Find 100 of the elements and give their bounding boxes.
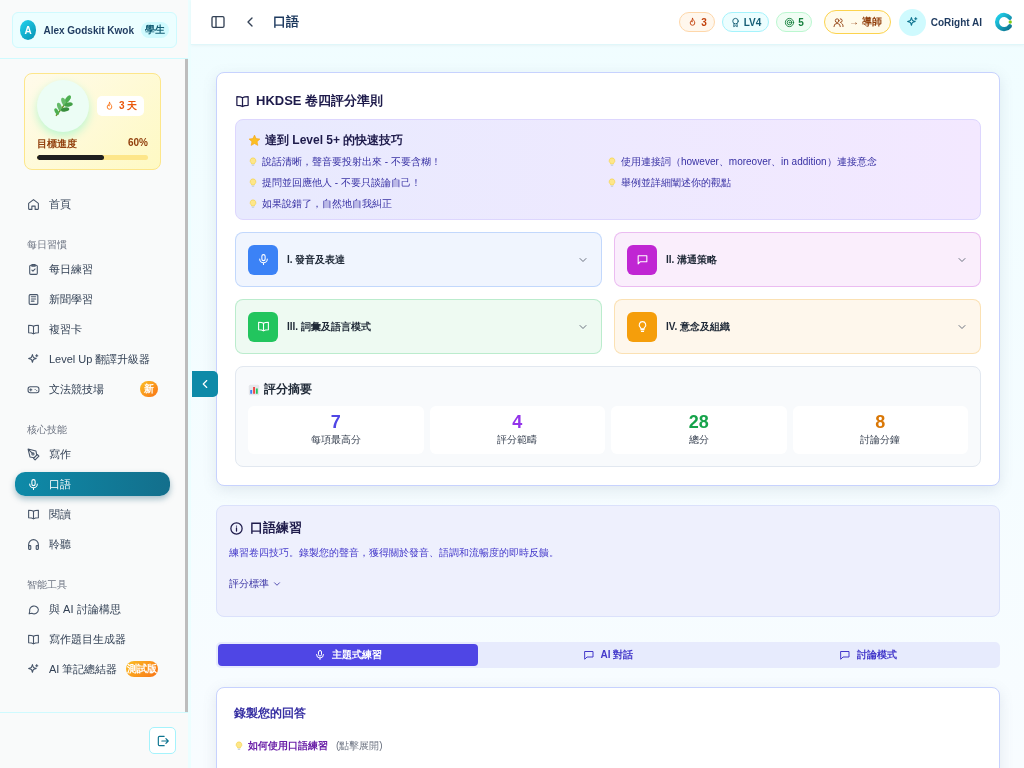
stat-value: 28 [688, 412, 709, 433]
logout-button[interactable] [149, 727, 176, 754]
book-icon [27, 507, 40, 521]
bar-chart-icon [248, 383, 260, 396]
stat-value: 7 [330, 412, 341, 433]
tip-text: 如果說錯了，自然地自我糾正 [262, 197, 392, 211]
level-badge: LV4 [721, 12, 770, 32]
message-icon [635, 253, 649, 266]
logo-icon [994, 12, 1014, 32]
award-icon [729, 16, 741, 28]
ai-assistant-button[interactable]: CoRight AI [898, 8, 982, 36]
hint-text: (點擊展開) [336, 739, 383, 753]
message-icon [582, 649, 595, 661]
profile-card[interactable]: A Alex Godskit Kwok 學生 [12, 12, 177, 48]
users-icon [832, 16, 844, 28]
description-text: 練習卷四技巧。錄製您的聲音，獲得關於發音、語調和流暢度的即時反饋。 [229, 546, 560, 560]
lightbulb-icon [234, 740, 244, 752]
stat-label: 評分範疇 [497, 433, 538, 448]
card-title: 錄製您的回答 [234, 705, 307, 722]
nav-item[interactable]: 口語 [15, 472, 170, 496]
tips-heading: 達到 Level 5+ 的快速技巧 [265, 132, 404, 149]
page-title: 口語 [273, 13, 299, 31]
badge: 新 [140, 381, 158, 397]
nav-item[interactable]: 每日練習 [15, 257, 170, 281]
criterion-card[interactable]: III. 詞彙及語言模式 [235, 299, 602, 354]
nav-item[interactable]: 聆聽 [15, 532, 170, 556]
criterion-title: II. 溝通策略 [666, 252, 718, 267]
criterion-card[interactable]: I. 發音及表達 [235, 232, 602, 287]
stat-value: 8 [875, 412, 886, 433]
sparkle-icon [905, 15, 919, 29]
tip-text: 提問並回應他人 - 不要只談論自己！ [262, 176, 421, 190]
collapse-sidebar-button[interactable] [192, 371, 218, 397]
section-heading: 核心技能 [27, 423, 68, 437]
logout-icon [155, 733, 170, 748]
points-badge: 5 [776, 12, 812, 32]
lightbulb-icon [607, 177, 617, 189]
message-icon [839, 649, 851, 661]
criteria-toggle[interactable]: 評分標準 [229, 577, 282, 591]
headphones-icon [27, 537, 40, 551]
card-title: HKDSE 卷四評分準則 [256, 92, 384, 110]
section-heading: 每日習慣 [27, 238, 68, 252]
role-badge: 學生 [141, 22, 169, 38]
lightbulb-icon [248, 198, 258, 210]
book-icon [27, 632, 40, 646]
target-icon [784, 16, 796, 28]
flame-icon [104, 100, 115, 112]
streak-badge: 3 天 [97, 96, 145, 116]
section-heading: 智能工具 [27, 578, 68, 592]
tip-text: 使用連接詞（however、moreover、in addition）連接意念 [621, 155, 877, 169]
user-name: Alex Godskit Kwok [43, 24, 134, 36]
stat-label: 討論分鐘 [860, 433, 901, 448]
mode-tab[interactable]: AI 對話 [478, 644, 738, 666]
sparkle-icon [27, 352, 40, 366]
avatar: A [20, 20, 37, 40]
criterion-title: I. 發音及表達 [287, 252, 346, 267]
tutor-button[interactable]: → 導師 [823, 10, 891, 34]
lightbulb-icon [248, 156, 258, 168]
criterion-title: III. 詞彙及語言模式 [287, 319, 371, 334]
badge: 測試版 [126, 661, 158, 677]
summary-heading: 評分摘要 [264, 381, 312, 398]
tip-text: 舉例並詳細闡述你的觀點 [621, 176, 731, 190]
info-icon [229, 520, 244, 536]
sidebar-icon [210, 14, 226, 30]
criterion-title: IV. 意念及組織 [666, 319, 731, 334]
stat-label: 總分 [688, 433, 709, 448]
nav-item[interactable]: Level Up 翻譯升級器 [15, 347, 170, 371]
book-icon [235, 93, 250, 109]
microphone-icon [27, 477, 40, 491]
nav-item[interactable]: AI 筆記總結器 測試版 [15, 657, 170, 681]
nav-item[interactable]: 與 AI 討論構思 [15, 597, 170, 621]
chevron-down-icon [272, 579, 282, 589]
nav-item[interactable]: 新聞學習 [15, 287, 170, 311]
progress-value: 60% [128, 137, 148, 150]
mode-tab[interactable]: 討論模式 [738, 644, 998, 666]
progress-label: 目標進度 [37, 137, 77, 151]
chat-bubble-icon [27, 602, 40, 616]
criterion-card[interactable]: II. 溝通策略 [614, 232, 981, 287]
stat-label: 每項最高分 [310, 433, 361, 448]
tip-text: 說話清晰，聲音要投射出來 - 不要含糊！ [262, 155, 441, 169]
criterion-card[interactable]: IV. 意念及組織 [614, 299, 981, 354]
pen-icon [27, 447, 40, 461]
help-toggle[interactable]: 如何使用口語練習 [248, 739, 328, 753]
book-icon [256, 320, 270, 333]
lightbulb-icon [607, 156, 617, 168]
nav-item[interactable]: 首頁 [15, 192, 170, 216]
streak-badge: 3 [679, 12, 715, 32]
home-icon [27, 197, 40, 211]
nav-item[interactable]: 寫作 [15, 442, 170, 466]
star-icon [248, 134, 261, 147]
nav-item[interactable]: 閱讀 [15, 502, 170, 526]
newspaper-icon [27, 292, 40, 306]
book-icon [27, 322, 40, 336]
nav-item[interactable]: 寫作題目生成器 [15, 627, 170, 651]
microphone-icon [256, 253, 270, 266]
lightbulb-icon [248, 177, 258, 189]
microphone-icon [314, 649, 326, 661]
mode-tab[interactable]: 主題式練習 [218, 644, 478, 666]
nav-item[interactable]: 文法競技場 新 [15, 377, 170, 401]
nav-item[interactable]: 複習卡 [15, 317, 170, 341]
stat-value: 4 [512, 412, 523, 433]
